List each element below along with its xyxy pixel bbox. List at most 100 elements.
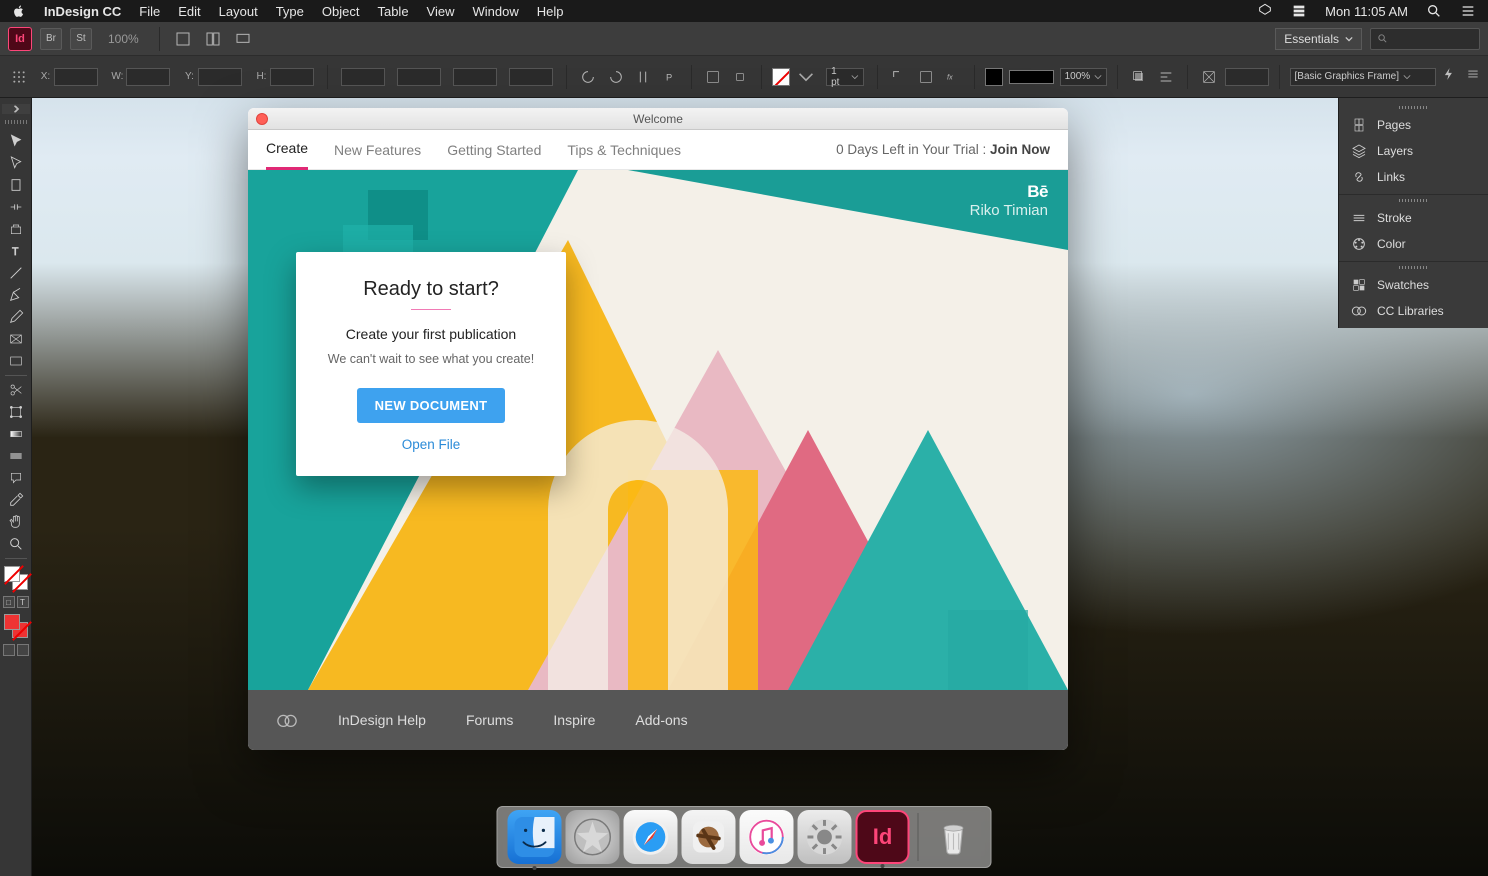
frame-fitting-icon[interactable] [1198,66,1219,88]
app-name[interactable]: InDesign CC [44,4,121,19]
footer-help[interactable]: InDesign Help [338,712,426,728]
menu-edit[interactable]: Edit [178,4,200,19]
dock-itunes-icon[interactable] [740,810,794,864]
footer-addons[interactable]: Add-ons [635,712,687,728]
pencil-tool-icon[interactable] [2,306,30,328]
panel-stroke[interactable]: Stroke [1339,205,1488,231]
footer-inspire[interactable]: Inspire [553,712,595,728]
join-now-link[interactable]: Join Now [990,142,1050,157]
menu-object[interactable]: Object [322,4,360,19]
tab-tips[interactable]: Tips & Techniques [567,130,681,170]
open-file-link[interactable]: Open File [318,437,544,452]
stroke-swatch[interactable] [985,68,1003,86]
direct-selection-tool-icon[interactable] [2,152,30,174]
apply-color-swatch[interactable] [4,614,28,638]
fill-dropdown-icon[interactable] [796,66,817,88]
fitting-field[interactable] [1225,68,1268,86]
dock-system-preferences-icon[interactable] [798,810,852,864]
gradient-feather-tool-icon[interactable] [2,445,30,467]
corner-options-icon[interactable] [888,66,909,88]
tab-getting-started[interactable]: Getting Started [447,130,541,170]
select-container-icon[interactable] [702,66,723,88]
tab-create[interactable]: Create [266,130,308,170]
workspace-switcher[interactable]: Essentials [1275,28,1362,50]
rotate-ccw-icon[interactable] [577,66,598,88]
zoom-tool-icon[interactable] [2,533,30,555]
w-field[interactable] [126,68,170,86]
rotate-cw-icon[interactable] [605,66,626,88]
expand-panel-icon[interactable] [2,104,30,114]
dock-safari-icon[interactable] [624,810,678,864]
select-content-icon[interactable] [730,66,751,88]
dock-indesign-icon[interactable]: Id [856,810,910,864]
stock-button[interactable]: St [70,28,92,50]
rectangle-frame-tool-icon[interactable] [2,328,30,350]
apple-menu-icon[interactable] [12,4,26,18]
formatting-text-icon[interactable]: T [17,596,29,608]
eyedropper-tool-icon[interactable] [2,489,30,511]
scale-y-field[interactable] [397,68,441,86]
menu-file[interactable]: File [139,4,160,19]
panel-color[interactable]: Color [1339,231,1488,257]
bridge-button[interactable]: Br [40,28,62,50]
panel-swatches[interactable]: Swatches [1339,272,1488,298]
view-mode-preview-icon[interactable] [17,644,29,656]
view-options-icon[interactable] [172,28,194,50]
text-wrap-icon[interactable] [915,66,936,88]
reference-point-icon[interactable] [8,66,29,88]
content-collector-tool-icon[interactable] [2,218,30,240]
arrange-documents-icon[interactable] [202,28,224,50]
menu-type[interactable]: Type [276,4,304,19]
selection-tool-icon[interactable] [2,130,30,152]
menubar-clock[interactable]: Mon 11:05 AM [1325,4,1408,19]
h-field[interactable] [270,68,314,86]
footer-forums[interactable]: Forums [466,712,513,728]
flip-horizontal-icon[interactable] [632,66,653,88]
object-style-select[interactable]: [Basic Graphics Frame] [1290,68,1436,86]
creative-cloud-icon[interactable] [1257,3,1273,19]
gpu-preview-icon[interactable] [1442,67,1456,86]
dock-launchpad-icon[interactable] [566,810,620,864]
spotlight-icon[interactable] [1426,3,1442,19]
panel-links[interactable]: Links [1339,164,1488,190]
line-tool-icon[interactable] [2,262,30,284]
menu-view[interactable]: View [427,4,455,19]
fill-swatch[interactable] [772,68,790,86]
effects-fx-icon[interactable]: fx [943,66,964,88]
page-tool-icon[interactable] [2,174,30,196]
y-field[interactable] [198,68,242,86]
paragraph-style-icon[interactable]: P [660,66,681,88]
view-mode-normal-icon[interactable] [3,644,15,656]
dock-finder-icon[interactable] [508,810,562,864]
fill-stroke-swatch[interactable] [4,566,28,590]
free-transform-tool-icon[interactable] [2,401,30,423]
rotate-field[interactable] [453,68,497,86]
opacity-field[interactable]: 100% [1060,68,1108,86]
welcome-titlebar[interactable]: Welcome [248,108,1068,130]
rectangle-tool-icon[interactable] [2,350,30,372]
panel-cc-libraries[interactable]: CC Libraries [1339,298,1488,324]
notification-center-icon[interactable] [1291,3,1307,19]
panel-pages[interactable]: Pages [1339,112,1488,138]
menu-list-icon[interactable] [1460,3,1476,19]
hand-tool-icon[interactable] [2,511,30,533]
menu-window[interactable]: Window [473,4,519,19]
close-button[interactable] [256,113,268,125]
dock-mail-icon[interactable] [682,810,736,864]
type-tool-icon[interactable]: T [2,240,30,262]
pen-tool-icon[interactable] [2,284,30,306]
scale-x-field[interactable] [341,68,385,86]
tab-new-features[interactable]: New Features [334,130,421,170]
panel-layers[interactable]: Layers [1339,138,1488,164]
options-menu-icon[interactable] [1466,67,1480,86]
gap-tool-icon[interactable] [2,196,30,218]
scissors-tool-icon[interactable] [2,379,30,401]
shear-field[interactable] [509,68,553,86]
drop-shadow-icon[interactable] [1128,66,1149,88]
x-field[interactable] [54,68,98,86]
gradient-swatch-tool-icon[interactable] [2,423,30,445]
zoom-level[interactable]: 100% [100,32,147,46]
new-document-button[interactable]: NEW DOCUMENT [357,388,506,423]
note-tool-icon[interactable] [2,467,30,489]
align-icon[interactable] [1156,66,1177,88]
